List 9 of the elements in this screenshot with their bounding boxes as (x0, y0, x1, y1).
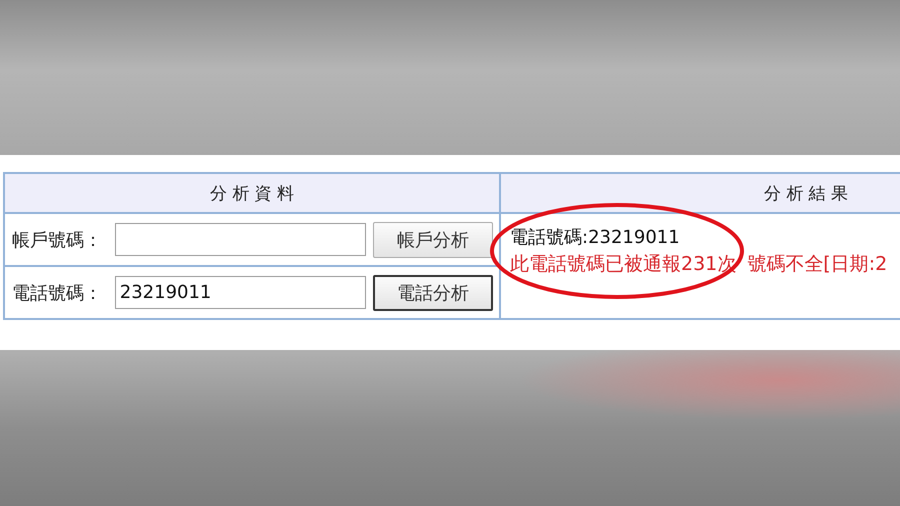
analyze-button[interactable]: 帳戶分析 (373, 222, 493, 258)
analyze-button[interactable]: 電話分析 (373, 274, 493, 310)
field-label: 電話號碼： (12, 282, 103, 304)
input-field[interactable]: 23219011 (114, 276, 366, 309)
result-text: 電話號碼:23219011 (510, 226, 681, 250)
section-header: 分 析 結 果 (501, 174, 900, 214)
section-header: 分 析 資 料 (5, 174, 499, 214)
input-field[interactable] (114, 223, 366, 256)
field-label: 帳戶號碼： (12, 228, 103, 252)
